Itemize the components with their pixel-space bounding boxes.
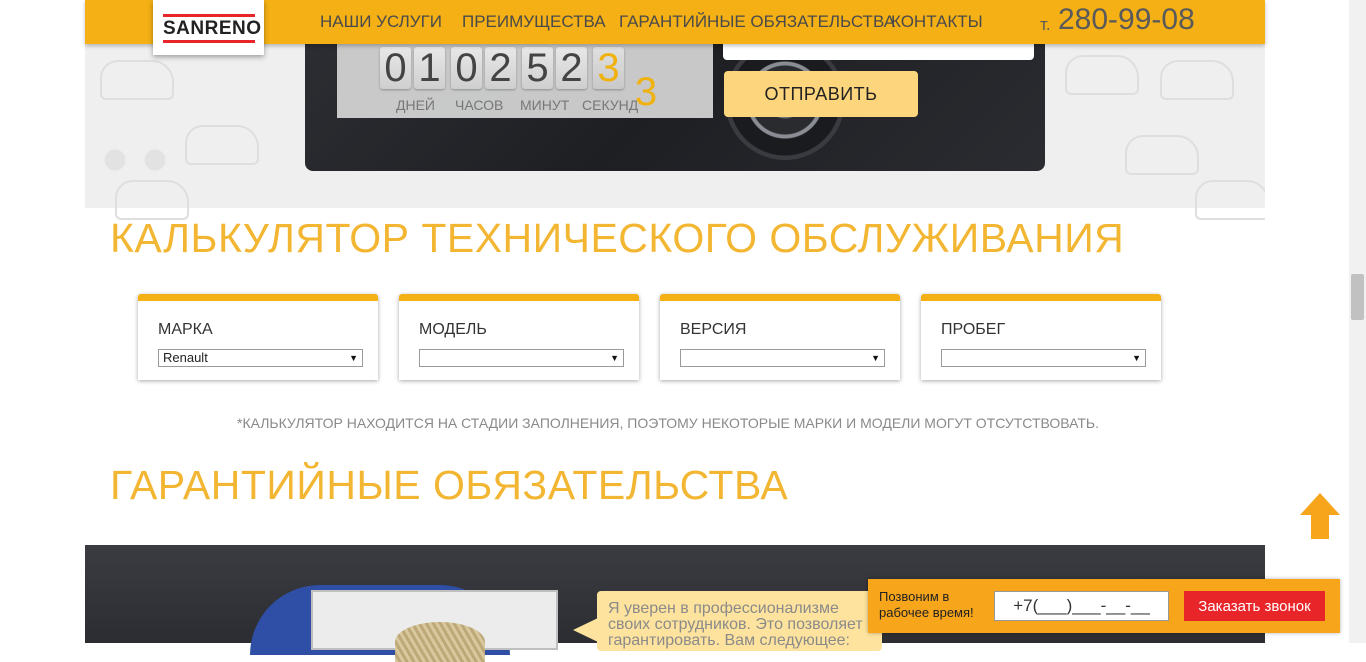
countdown-digit: 0 bbox=[451, 47, 482, 89]
car-outline-icon bbox=[185, 125, 259, 165]
calculator-title: КАЛЬКУЛЯТОР ТЕХНИЧЕСКОГО ОБСЛУЖИВАНИЯ bbox=[110, 215, 1125, 261]
countdown-label-hours: ЧАСОВ bbox=[455, 97, 504, 113]
callback-phone-input[interactable]: +7(___)___-__-__ bbox=[994, 591, 1169, 621]
scrollbar-thumb[interactable] bbox=[1351, 274, 1364, 320]
calc-card-mileage: ПРОБЕГ ▼ bbox=[921, 294, 1161, 380]
header-phone[interactable]: 280-99-08 bbox=[1058, 3, 1195, 37]
dropdown-arrow-icon: ▼ bbox=[610, 353, 619, 363]
car-outline-icon bbox=[1160, 60, 1234, 100]
dropdown-arrow-icon: ▼ bbox=[1132, 353, 1141, 363]
countdown-digit: 0 bbox=[380, 47, 411, 89]
calc-label-mileage: ПРОБЕГ bbox=[941, 321, 1006, 338]
guarantee-title: ГАРАНТИЙНЫЕ ОБЯЗАТЕЛЬСТВА bbox=[110, 462, 789, 508]
calc-label-brand: МАРКА bbox=[158, 321, 213, 338]
car-outline-icon bbox=[115, 180, 189, 220]
countdown-label-days: ДНЕЙ bbox=[396, 97, 435, 113]
car-outline-icon bbox=[1065, 55, 1139, 95]
dropdown-arrow-icon: ▼ bbox=[349, 353, 358, 363]
callback-text: Позвоним в рабочее время! bbox=[879, 589, 974, 620]
countdown-digit: 5 bbox=[522, 47, 553, 89]
brand-select[interactable]: Renault ▼ bbox=[158, 349, 363, 367]
mileage-select[interactable]: ▼ bbox=[941, 349, 1146, 367]
car-outline-icon bbox=[100, 60, 174, 100]
callback-widget: Позвоним в рабочее время! +7(___)___-__-… bbox=[868, 579, 1340, 633]
quote-bubble: Я уверен в профессионализме своих сотруд… bbox=[597, 591, 882, 651]
phone-prefix: т. bbox=[1040, 15, 1051, 34]
car-outline-icon bbox=[1195, 180, 1265, 220]
brand-select-value: Renault bbox=[163, 350, 208, 365]
calc-card-model: МОДЕЛЬ ▼ bbox=[399, 294, 639, 380]
nav-advantages[interactable]: ПРЕИМУЩЕСТВА bbox=[462, 12, 606, 32]
scrollbar-track[interactable] bbox=[1349, 0, 1366, 643]
calc-label-version: ВЕРСИЯ bbox=[680, 321, 747, 338]
dropdown-arrow-icon: ▼ bbox=[871, 353, 880, 363]
nav-contacts[interactable]: КОНТАКТЫ bbox=[891, 12, 983, 32]
calc-card-version: ВЕРСИЯ ▼ bbox=[660, 294, 900, 380]
version-select[interactable]: ▼ bbox=[680, 349, 885, 367]
logo-stripe-top bbox=[163, 14, 255, 17]
calc-card-brand: МАРКА Renault ▼ bbox=[138, 294, 378, 380]
calculator-note: *КАЛЬКУЛЯТОР НАХОДИТСЯ НА СТАДИИ ЗАПОЛНЕ… bbox=[237, 415, 1099, 431]
model-select[interactable]: ▼ bbox=[419, 349, 624, 367]
scroll-to-top-icon[interactable] bbox=[1300, 493, 1340, 541]
quote-bubble-tail bbox=[573, 618, 598, 642]
nav-guarantee[interactable]: ГАРАНТИЙНЫЕ ОБЯЗАТЕЛЬСТВА bbox=[619, 12, 895, 32]
calc-label-model: МОДЕЛЬ bbox=[419, 321, 487, 338]
nav-services[interactable]: НАШИ УСЛУГИ bbox=[320, 12, 442, 32]
quote-text: Я уверен в профессионализме своих сотруд… bbox=[608, 600, 863, 649]
countdown-digit: 1 bbox=[414, 47, 445, 89]
countdown-digit: 2 bbox=[556, 47, 587, 89]
submit-button[interactable]: ОТПРАВИТЬ bbox=[724, 71, 918, 117]
countdown-label-minutes: МИНУТ bbox=[520, 97, 570, 113]
countdown-digit: 2 bbox=[485, 47, 516, 89]
order-call-button[interactable]: Заказать звонок bbox=[1184, 591, 1325, 621]
logo-stripe-bottom bbox=[163, 40, 255, 43]
director-photo-hair bbox=[395, 622, 485, 662]
car-outline-icon bbox=[1125, 135, 1199, 175]
countdown-label-seconds: СЕКУНД bbox=[582, 97, 639, 113]
logo[interactable]: SANRENO bbox=[153, 0, 264, 55]
countdown-digit: 3 bbox=[593, 47, 624, 89]
logo-text: SANRENO bbox=[163, 18, 262, 39]
